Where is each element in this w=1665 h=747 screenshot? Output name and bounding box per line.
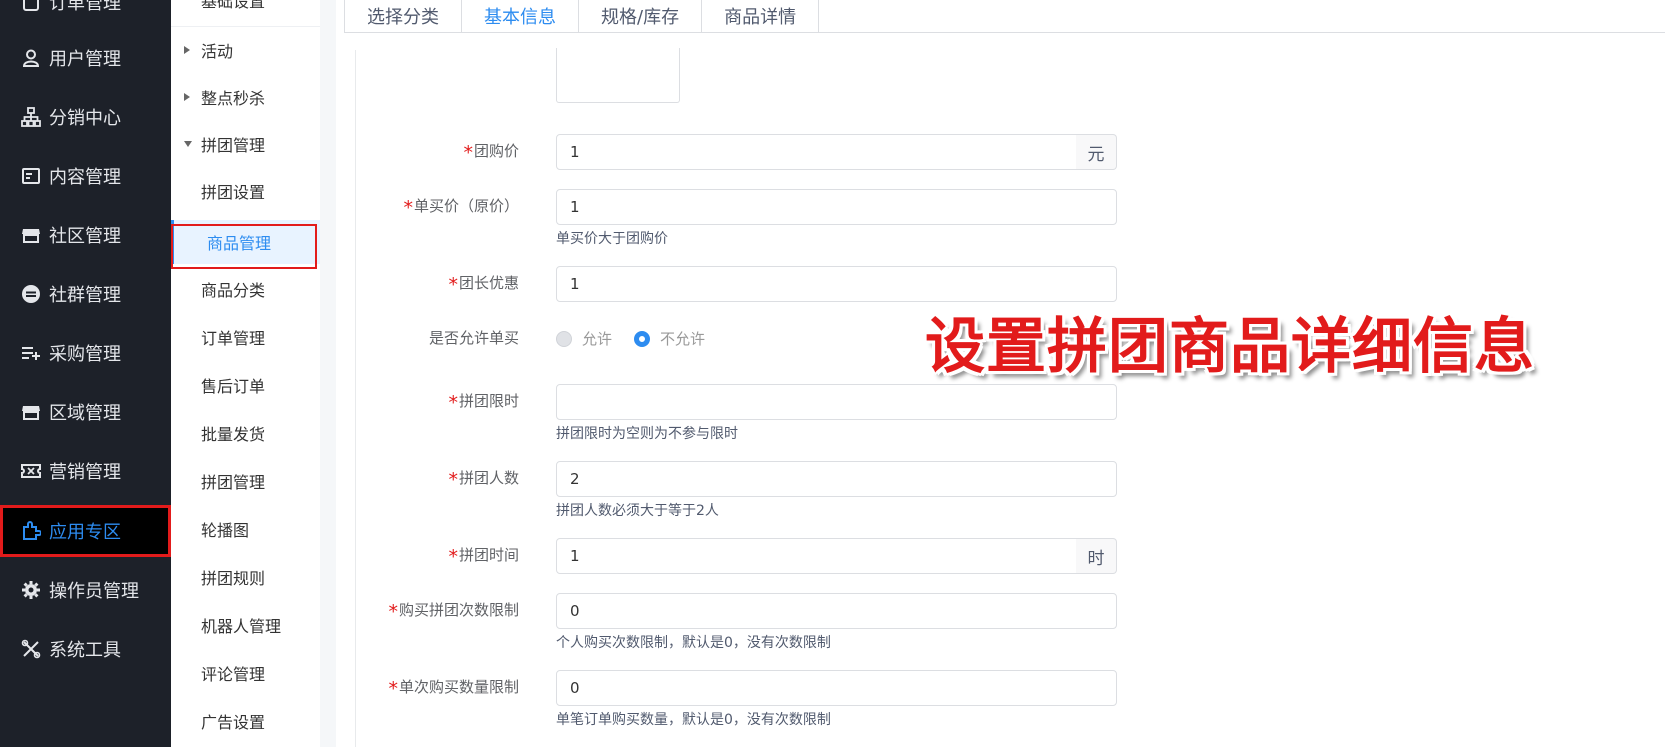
list-add-icon	[20, 342, 42, 364]
order-icon	[20, 0, 42, 13]
submenu-item-group-rules[interactable]: 拼团规则	[171, 555, 320, 599]
store-icon	[20, 224, 42, 246]
group-time-input[interactable]: 1	[556, 538, 1077, 574]
per-order-limit-input[interactable]: 0	[556, 670, 1117, 706]
divider	[171, 26, 320, 27]
sidebar-item-label: 用户管理	[49, 49, 121, 70]
single-price-hint: 单买价大于团购价	[556, 231, 668, 247]
single-price-label: *单买价（原价）	[403, 197, 519, 219]
submenu-item-ads[interactable]: 广告设置	[171, 699, 320, 743]
group-time-unit: 时	[1076, 538, 1117, 574]
tab-spec-stock[interactable]: 规格/库存	[578, 0, 703, 33]
submenu-item-orders[interactable]: 订单管理	[171, 315, 320, 359]
sidebar-item-users[interactable]: 用户管理	[0, 32, 171, 84]
sidebar-item-operators[interactable]: 操作员管理	[0, 564, 171, 616]
single-price-input[interactable]: 1	[556, 189, 1117, 225]
leader-discount-input[interactable]: 1	[556, 266, 1117, 302]
radio-disallow[interactable]: 不允许	[634, 328, 705, 349]
group-size-hint: 拼团人数必须大于等于2人	[556, 503, 719, 519]
minus-circle-icon	[20, 283, 42, 305]
highlight-box	[171, 224, 317, 269]
store-icon	[20, 401, 42, 423]
puzzle-icon	[20, 520, 42, 542]
sidebar-item-marketing[interactable]: 营销管理	[0, 445, 171, 497]
tools-icon	[20, 638, 42, 660]
sidebar-item-system-tools[interactable]: 系统工具	[0, 623, 171, 675]
tab-product-details[interactable]: 商品详情	[701, 0, 820, 33]
buy-times-limit-input[interactable]: 0	[556, 593, 1117, 629]
user-icon	[20, 47, 42, 69]
time-limit-label: *拼团限时	[448, 392, 519, 414]
sidebar-item-label: 社群管理	[49, 285, 121, 306]
submenu-item-carousel[interactable]: 轮播图	[171, 507, 320, 551]
sidebar-item-label: 订单管理	[49, 0, 121, 14]
submenu-item-after-sale[interactable]: 售后订单	[171, 363, 320, 407]
submenu-item-product-category[interactable]: 商品分类	[171, 267, 320, 311]
radio-checked-icon	[634, 330, 650, 347]
sidebar-item-orders[interactable]: 订单管理	[0, 0, 171, 28]
sidebar-item-label: 内容管理	[49, 167, 121, 188]
sidebar-item-label: 营销管理	[49, 462, 121, 483]
submenu-item-activity[interactable]: 活动	[171, 28, 320, 72]
sidebar-item-distribution[interactable]: 分销中心	[0, 91, 171, 143]
sidebar-item-label: 系统工具	[49, 640, 121, 661]
sidebar-item-groups[interactable]: 社群管理	[0, 268, 171, 320]
group-price-label: *团购价	[463, 142, 519, 164]
submenu-item-group-buy-mgmt[interactable]: 拼团管理	[171, 122, 320, 166]
sidebar-item-label: 采购管理	[49, 344, 121, 365]
group-time-label: *拼团时间	[448, 546, 519, 568]
tab-bar: 选择分类 基本信息 规格/库存 商品详情	[344, 0, 820, 33]
overlay-caption: 设置拼团商品详细信息	[925, 312, 1535, 382]
main-sidebar: 订单管理 用户管理 分销中心 内容管理 社区管理 社群管理 采购管理 区域管理 …	[0, 0, 171, 747]
sidebar-item-purchase[interactable]: 采购管理	[0, 327, 171, 379]
sidebar-item-region[interactable]: 区域管理	[0, 386, 171, 438]
time-limit-input[interactable]	[556, 384, 1117, 420]
buy-times-limit-hint: 个人购买次数限制，默认是0，没有次数限制	[556, 635, 831, 651]
sidebar-item-label: 分销中心	[49, 108, 121, 129]
document-icon	[20, 165, 42, 187]
sidebar-item-label: 应用专区	[49, 522, 121, 543]
group-size-label: *拼团人数	[448, 469, 519, 491]
caret-right-icon	[184, 93, 190, 101]
tab-basic-info[interactable]: 基本信息	[461, 0, 579, 33]
submenu-item-flash-sale[interactable]: 整点秒杀	[171, 75, 320, 119]
group-size-input[interactable]: 2	[556, 461, 1117, 497]
tab-select-category[interactable]: 选择分类	[344, 0, 462, 33]
group-price-input[interactable]: 1	[556, 134, 1077, 170]
submenu-item-group-settings[interactable]: 拼团设置	[171, 169, 320, 213]
submenu-item-batch-ship[interactable]: 批量发货	[171, 411, 320, 455]
content-gutter	[320, 0, 336, 747]
sidebar-item-content[interactable]: 内容管理	[0, 150, 171, 202]
ticket-icon	[20, 460, 42, 482]
sidebar-item-community[interactable]: 社区管理	[0, 209, 171, 261]
buy-times-limit-label: *购买拼团次数限制	[388, 601, 519, 623]
sub-menu: 基础设置 活动 整点秒杀 拼团管理 拼团设置 商品管理 商品分类 订单管理 售后…	[171, 0, 321, 747]
sitemap-icon	[20, 106, 42, 128]
leader-discount-label: *团长优惠	[448, 274, 519, 296]
radio-allow[interactable]: 允许	[556, 328, 612, 349]
submenu-item-robots[interactable]: 机器人管理	[171, 603, 320, 647]
group-price-unit: 元	[1076, 134, 1117, 170]
divider	[345, 32, 1665, 33]
submenu-item-comments[interactable]: 评论管理	[171, 651, 320, 695]
time-limit-hint: 拼团限时为空则为不参与限时	[556, 426, 738, 442]
caret-down-icon	[184, 141, 192, 147]
submenu-item-basic-settings[interactable]: 基础设置	[171, 0, 320, 22]
per-order-limit-hint: 单笔订单购买数量，默认是0，没有次数限制	[556, 712, 831, 728]
submenu-item-group-mgmt[interactable]: 拼团管理	[171, 459, 320, 503]
radio-circle-icon	[556, 330, 572, 347]
allow-single-label: 是否允许单买	[428, 329, 519, 347]
sidebar-item-label: 区域管理	[49, 403, 121, 424]
sidebar-item-label: 社区管理	[49, 226, 121, 247]
gear-icon	[20, 579, 42, 601]
sidebar-item-label: 操作员管理	[49, 581, 139, 602]
sidebar-item-apps[interactable]: 应用专区	[0, 505, 171, 557]
per-order-limit-label: *单次购买数量限制	[388, 678, 519, 700]
image-upload-box[interactable]	[556, 48, 680, 103]
caret-right-icon	[184, 46, 190, 54]
